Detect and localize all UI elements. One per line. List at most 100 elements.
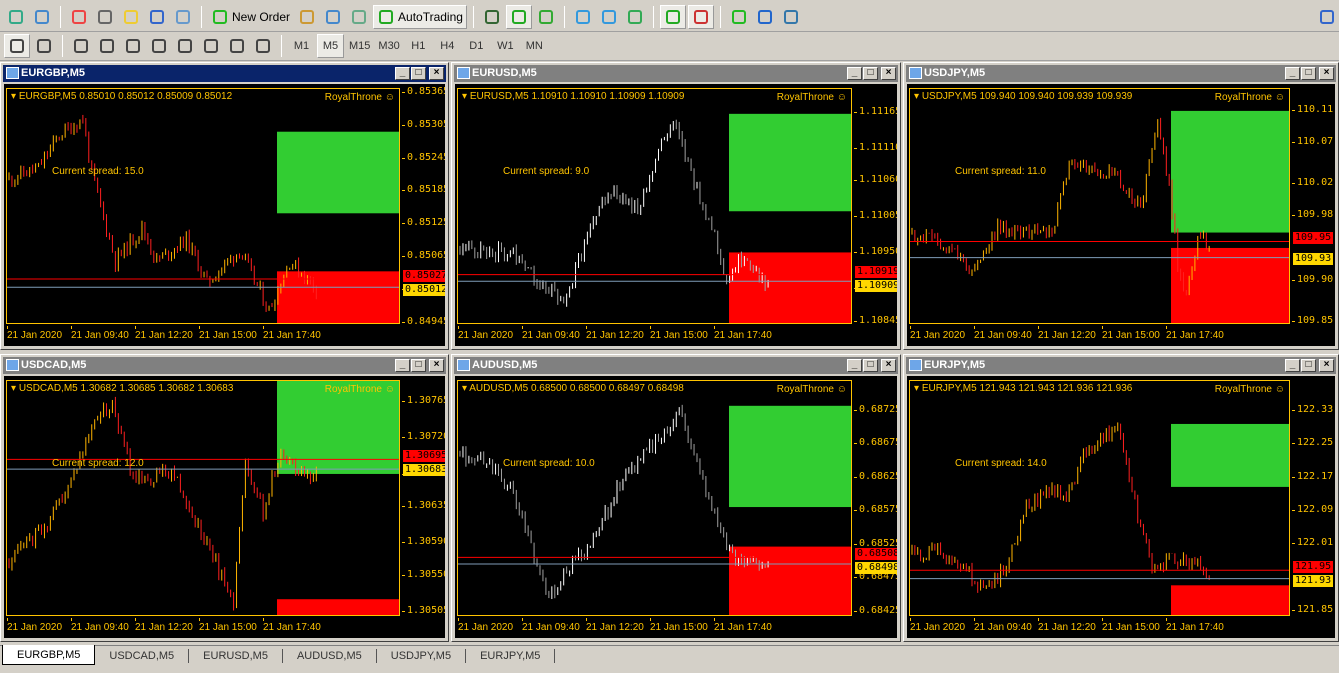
search-button[interactable] bbox=[1315, 5, 1339, 29]
chart-area[interactable]: ▾ USDCAD,M5 1.30682 1.30685 1.30682 1.30… bbox=[4, 376, 445, 638]
minimize-button[interactable]: _ bbox=[1285, 67, 1300, 80]
green-zone[interactable] bbox=[729, 405, 852, 508]
tile-windows-button[interactable] bbox=[623, 5, 647, 29]
timeframe-w1[interactable]: W1 bbox=[492, 34, 519, 58]
price-chart[interactable] bbox=[7, 89, 400, 324]
chart-window-eurjpy[interactable]: EURJPY,M5 _ □ × ▾ EURJPY,M5 121.943 121.943 … bbox=[903, 354, 1339, 642]
close-button[interactable]: × bbox=[881, 67, 896, 80]
price-chart[interactable] bbox=[910, 381, 1290, 616]
tab-audusd[interactable]: AUDUSD,M5 bbox=[283, 649, 377, 663]
chart-area[interactable]: ▾ EURJPY,M5 121.943 121.943 121.936 121.… bbox=[907, 376, 1335, 638]
maximize-button[interactable]: □ bbox=[411, 67, 426, 80]
plot-area[interactable]: ▾ AUDUSD,M5 0.68500 0.68500 0.68497 0.68… bbox=[457, 380, 852, 616]
bar-chart-button[interactable] bbox=[480, 5, 504, 29]
window-title-bar[interactable]: USDCAD,M5 _ □ × bbox=[3, 357, 446, 374]
window-title-bar[interactable]: EURGBP,M5 _ □ × bbox=[3, 65, 446, 82]
minimize-button[interactable]: _ bbox=[395, 67, 410, 80]
cursor-tool[interactable] bbox=[4, 34, 30, 58]
timeframe-m5[interactable]: M5 bbox=[317, 34, 344, 58]
maximize-button[interactable]: □ bbox=[863, 67, 878, 80]
price-chart[interactable] bbox=[910, 89, 1290, 324]
profiles-button[interactable] bbox=[30, 5, 54, 29]
auto-scroll-button[interactable] bbox=[659, 4, 686, 29]
templates-button[interactable] bbox=[779, 5, 803, 29]
timeframe-mn[interactable]: MN bbox=[521, 34, 548, 58]
chart-window-usdcad[interactable]: USDCAD,M5 _ □ × ▾ USDCAD,M5 1.30682 1.30685 … bbox=[0, 354, 449, 642]
minimize-button[interactable]: _ bbox=[395, 359, 410, 372]
fibonacci-tool[interactable] bbox=[173, 34, 197, 58]
data-window-button[interactable] bbox=[93, 5, 117, 29]
timeframe-m15[interactable]: M15 bbox=[346, 34, 373, 58]
maximize-button[interactable]: □ bbox=[1301, 359, 1316, 372]
chart-window-usdjpy[interactable]: USDJPY,M5 _ □ × ▾ USDJPY,M5 109.940 109.940 … bbox=[903, 62, 1339, 350]
red-zone[interactable] bbox=[729, 252, 852, 324]
text-tool[interactable] bbox=[199, 34, 223, 58]
green-zone[interactable] bbox=[277, 131, 400, 214]
window-title-bar[interactable]: USDJPY,M5 _ □ × bbox=[906, 65, 1336, 82]
new-chart-button[interactable] bbox=[4, 5, 28, 29]
window-title-bar[interactable]: EURUSD,M5 _ □ × bbox=[454, 65, 898, 82]
tab-eurusd[interactable]: EURUSD,M5 bbox=[189, 649, 283, 663]
tab-eurgbp[interactable]: EURGBP,M5 bbox=[2, 645, 96, 665]
chart-area[interactable]: ▾ EURUSD,M5 1.10910 1.10910 1.10909 1.10… bbox=[455, 84, 897, 346]
maximize-button[interactable]: □ bbox=[863, 359, 878, 372]
tab-eurjpy[interactable]: EURJPY,M5 bbox=[466, 649, 556, 663]
line-chart-button[interactable] bbox=[534, 5, 558, 29]
close-button[interactable]: × bbox=[1319, 67, 1334, 80]
text-label-tool[interactable] bbox=[225, 34, 249, 58]
window-title-bar[interactable]: EURJPY,M5 _ □ × bbox=[906, 357, 1336, 374]
plot-area[interactable]: ▾ EURGBP,M5 0.85010 0.85012 0.85009 0.85… bbox=[6, 88, 400, 324]
plot-area[interactable]: ▾ USDCAD,M5 1.30682 1.30685 1.30682 1.30… bbox=[6, 380, 400, 616]
close-button[interactable]: × bbox=[429, 67, 444, 80]
minimize-button[interactable]: _ bbox=[847, 359, 862, 372]
price-chart[interactable] bbox=[458, 89, 852, 324]
price-chart[interactable] bbox=[7, 381, 400, 616]
tab-usdjpy[interactable]: USDJPY,M5 bbox=[377, 649, 467, 663]
autotrading-button[interactable]: AutoTrading bbox=[373, 4, 467, 29]
chart-area[interactable]: ▾ USDJPY,M5 109.940 109.940 109.939 109.… bbox=[907, 84, 1335, 346]
tab-usdcad[interactable]: USDCAD,M5 bbox=[95, 649, 190, 663]
window-title-bar[interactable]: AUDUSD,M5 _ □ × bbox=[454, 357, 898, 374]
strategy-tester-button[interactable] bbox=[171, 5, 195, 29]
red-zone[interactable] bbox=[1171, 585, 1290, 616]
periods-button[interactable] bbox=[753, 5, 777, 29]
candlestick-button[interactable] bbox=[505, 4, 532, 29]
terminal-button[interactable] bbox=[145, 5, 169, 29]
market-button[interactable] bbox=[347, 5, 371, 29]
close-button[interactable]: × bbox=[429, 359, 444, 372]
green-zone[interactable] bbox=[1171, 110, 1290, 233]
minimize-button[interactable]: _ bbox=[1285, 359, 1300, 372]
maximize-button[interactable]: □ bbox=[1301, 67, 1316, 80]
chart-shift-button[interactable] bbox=[687, 4, 714, 29]
arrows-tool[interactable] bbox=[251, 34, 275, 58]
timeframe-m30[interactable]: M30 bbox=[375, 34, 402, 58]
zoom-in-button[interactable] bbox=[571, 5, 595, 29]
chart-window-eurusd[interactable]: EURUSD,M5 _ □ × ▾ EURUSD,M5 1.10910 1.10910 … bbox=[451, 62, 901, 350]
plot-area[interactable]: ▾ EURUSD,M5 1.10910 1.10910 1.10909 1.10… bbox=[457, 88, 852, 324]
timeframe-h4[interactable]: H4 bbox=[434, 34, 461, 58]
plot-area[interactable]: ▾ EURJPY,M5 121.943 121.943 121.936 121.… bbox=[909, 380, 1290, 616]
metaeditor-button[interactable] bbox=[295, 5, 319, 29]
green-zone[interactable] bbox=[1171, 423, 1290, 487]
new-order-button[interactable]: New Order bbox=[208, 5, 293, 29]
vertical-line-tool[interactable] bbox=[69, 34, 93, 58]
close-button[interactable]: × bbox=[1319, 359, 1334, 372]
chart-area[interactable]: ▾ AUDUSD,M5 0.68500 0.68500 0.68497 0.68… bbox=[455, 376, 897, 638]
timeframe-m1[interactable]: M1 bbox=[288, 34, 315, 58]
trendline-tool[interactable] bbox=[121, 34, 145, 58]
equidistant-channel-tool[interactable] bbox=[147, 34, 171, 58]
chart-window-audusd[interactable]: AUDUSD,M5 _ □ × ▾ AUDUSD,M5 0.68500 0.68500 … bbox=[451, 354, 901, 642]
zoom-out-button[interactable] bbox=[597, 5, 621, 29]
minimize-button[interactable]: _ bbox=[847, 67, 862, 80]
green-zone[interactable] bbox=[729, 113, 852, 212]
chart-window-eurgbp[interactable]: EURGBP,M5 _ □ × ▾ EURGBP,M5 0.85010 0.85012 … bbox=[0, 62, 449, 350]
red-zone[interactable] bbox=[277, 599, 400, 616]
price-chart[interactable] bbox=[458, 381, 852, 616]
close-button[interactable]: × bbox=[881, 359, 896, 372]
indicators-button[interactable] bbox=[727, 5, 751, 29]
timeframe-d1[interactable]: D1 bbox=[463, 34, 490, 58]
plot-area[interactable]: ▾ USDJPY,M5 109.940 109.940 109.939 109.… bbox=[909, 88, 1290, 324]
navigator-button[interactable] bbox=[119, 5, 143, 29]
signals-button[interactable] bbox=[321, 5, 345, 29]
timeframe-h1[interactable]: H1 bbox=[405, 34, 432, 58]
